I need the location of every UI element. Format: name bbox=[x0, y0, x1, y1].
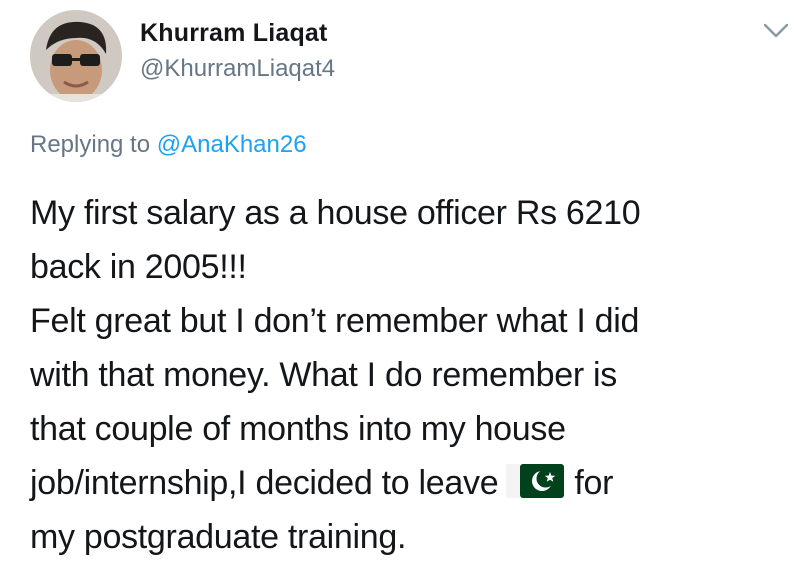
reply-mention-link[interactable]: @AnaKhan26 bbox=[157, 131, 307, 158]
tweet-line: My first salary as a house officer Rs 62… bbox=[30, 194, 641, 232]
tweet-line: my postgraduate training. bbox=[30, 518, 407, 556]
pakistan-flag-icon bbox=[506, 460, 565, 498]
reply-context: Replying to @AnaKhan26 bbox=[30, 130, 307, 160]
avatar-photo bbox=[30, 10, 122, 102]
tweet-line: back in 2005!!! bbox=[30, 248, 247, 286]
tweet-text: My first salary as a house officer Rs 62… bbox=[30, 186, 790, 564]
avatar[interactable] bbox=[30, 10, 122, 102]
reply-prefix: Replying to bbox=[30, 131, 151, 158]
author-handle[interactable]: @KhurramLiaqat4 bbox=[140, 54, 335, 84]
tweet-line-with-flag: job/internship,I decided to leave for bbox=[30, 456, 790, 510]
tweet-line: that couple of months into my house bbox=[30, 410, 566, 448]
tweet-line: with that money. What I do remember is bbox=[30, 356, 617, 394]
tweet-line-segment: job/internship,I decided to leave bbox=[30, 464, 499, 502]
tweet-line: Felt great but I don’t remember what I d… bbox=[30, 302, 640, 340]
tweet-author[interactable]: Khurram Liaqat @KhurramLiaqat4 bbox=[140, 18, 335, 84]
chevron-down-icon[interactable] bbox=[757, 16, 795, 46]
author-display-name[interactable]: Khurram Liaqat bbox=[140, 18, 335, 48]
tweet-line-segment: for bbox=[574, 464, 614, 502]
